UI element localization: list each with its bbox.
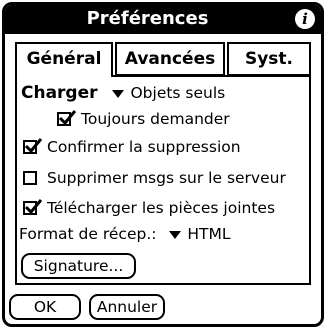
charger-dropdown[interactable]: Objets seuls [102,84,225,102]
chevron-down-icon [169,230,182,239]
tab-syst[interactable]: Syst. [227,42,311,76]
charger-value: Objets seuls [130,84,226,102]
chevron-down-icon [112,89,125,98]
tab-avancees[interactable]: Avancées [115,42,225,76]
checkmark-icon [24,138,42,154]
tab-general[interactable]: Général [15,42,113,77]
dialog-title: Préférences [86,8,209,29]
signature-button[interactable]: Signature... [21,253,136,279]
cancel-button[interactable]: Annuler [89,294,165,320]
toujours-demander-checkbox[interactable] [57,110,76,126]
tab-bar: Général Avancées Syst. [15,42,311,77]
confirmer-suppression-label[interactable]: Confirmer la suppression [47,137,241,157]
toujours-demander-label[interactable]: Toujours demander [81,109,230,129]
format-value: HTML [187,225,231,243]
ok-button[interactable]: OK [9,294,81,320]
telecharger-pieces-checkbox[interactable] [23,199,42,215]
format-dropdown[interactable]: HTML [161,225,231,243]
general-panel: Charger Objets seuls Toujours demander C… [15,75,311,285]
supprimer-msgs-checkbox[interactable] [23,171,37,185]
charger-label: Charger [21,83,98,103]
checkmark-icon [58,110,76,126]
title-bar: Préférences i [5,5,321,34]
telecharger-pieces-label[interactable]: Télécharger les pièces jointes [47,198,275,218]
supprimer-msgs-label[interactable]: Supprimer msgs sur le serveur [47,168,286,188]
checkmark-icon [24,199,42,215]
format-label: Format de récep.: [19,225,157,243]
info-icon[interactable]: i [295,9,315,29]
preferences-dialog: Préférences i Général Avancées Syst. Cha… [2,2,324,327]
confirmer-suppression-checkbox[interactable] [23,138,42,154]
